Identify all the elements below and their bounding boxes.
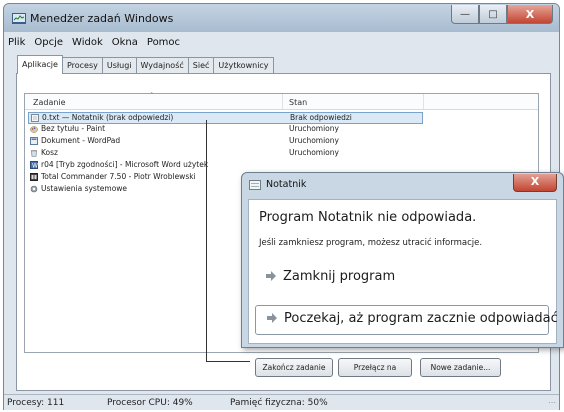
task-name: r04 [Tryb zgodności] - Microsoft Word uż… — [41, 160, 209, 169]
close-button[interactable]: X — [507, 5, 553, 24]
dialog-body: Program Notatnik nie odpowiada. Jeśli za… — [248, 199, 558, 344]
column-header-task[interactable]: Zadanie — [33, 98, 66, 107]
process-count: Procesy: 111 — [7, 398, 65, 408]
status-bar: Procesy: 111 Procesor CPU: 49% Pamięć fi… — [4, 394, 559, 410]
tab-users[interactable]: Użytkownicy — [213, 57, 274, 74]
cpu-usage: Procesor CPU: 49% — [107, 398, 193, 408]
not-responding-dialog: Notatnik X Program Notatnik nie odpowiad… — [241, 172, 564, 348]
menu-options[interactable]: Opcje — [34, 37, 63, 48]
tab-applications[interactable]: Aplikacje — [17, 55, 63, 74]
arrow-right-icon — [267, 313, 277, 323]
close-icon: X — [525, 7, 535, 21]
task-state: Brak odpowiedzi — [290, 113, 352, 122]
sort-indicator-icon: ˆ — [150, 92, 154, 100]
column-divider[interactable] — [282, 94, 283, 109]
task-manager-icon — [12, 13, 26, 24]
notepad-icon — [249, 180, 261, 190]
menu-file[interactable]: Plik — [8, 37, 25, 48]
wait-label: Poczekaj, aż program zacznie odpowiadać — [284, 311, 558, 326]
menu-bar: Plik Opcje Widok Okna Pomoc — [8, 37, 180, 48]
menu-windows[interactable]: Okna — [112, 37, 138, 48]
list-header: Zadanie ˆ Stan — [25, 92, 538, 110]
tab-network[interactable]: Sieć — [187, 57, 215, 74]
list-item[interactable]: Kosz Uruchomiony — [28, 148, 423, 159]
minimize-icon: — — [460, 8, 470, 20]
tab-performance[interactable]: Wydajność — [135, 57, 189, 74]
close-program-command[interactable]: Zamknij program — [255, 264, 547, 292]
menu-view[interactable]: Widok — [72, 37, 103, 48]
new-task-button[interactable]: Nowe zadanie... — [420, 358, 501, 377]
close-icon: X — [530, 175, 540, 188]
list-item[interactable]: 0.txt — Notatnik (brak odpowiedzi) Brak … — [28, 112, 423, 124]
dialog-close-button[interactable]: X — [513, 174, 557, 192]
arrow-right-icon — [266, 271, 276, 281]
task-state: Uruchomiony — [289, 124, 339, 133]
word-icon: W — [30, 161, 38, 169]
dialog-message: Jeśli zamkniesz program, możesz utracić … — [259, 238, 483, 248]
task-name: Total Commander 7.50 - Piotr Wroblewski — [41, 172, 196, 181]
task-name: Bez tytułu - Paint — [41, 124, 106, 133]
callout-line — [206, 361, 250, 362]
wait-command[interactable]: Poczekaj, aż program zacznie odpowiadać — [255, 305, 558, 335]
list-item[interactable]: W r04 [Tryb zgodności] - Microsoft Word … — [28, 160, 423, 171]
paint-icon — [30, 126, 38, 133]
menu-help[interactable]: Pomoc — [147, 37, 180, 48]
list-item[interactable]: Dokument - WordPad Uruchomiony — [28, 136, 423, 147]
maximize-button[interactable]: □ — [479, 5, 507, 24]
task-name: Dokument - WordPad — [41, 136, 121, 145]
task-name: Kosz — [41, 148, 58, 157]
task-state: Uruchomiony — [289, 148, 339, 157]
resize-grip-icon[interactable]: ⋯ — [548, 398, 556, 408]
close-program-label: Zamknij program — [283, 269, 396, 284]
total-commander-icon — [30, 173, 38, 181]
maximize-icon: □ — [488, 8, 498, 20]
tab-processes[interactable]: Procesy — [61, 57, 103, 74]
list-item[interactable]: Bez tytułu - Paint Uruchomiony — [28, 124, 423, 135]
title-bar[interactable]: Menedżer zadań Windows — □ X — [4, 4, 559, 32]
tab-services[interactable]: Usługi — [101, 57, 137, 74]
tab-bar: Aplikacje Procesy Usługi Wydajność Sieć … — [17, 55, 274, 74]
recycle-bin-icon — [31, 150, 37, 157]
task-name: 0.txt — Notatnik (brak odpowiedzi) — [42, 113, 174, 122]
wordpad-icon — [30, 137, 38, 145]
minimize-button[interactable]: — — [451, 5, 479, 24]
switch-to-button[interactable]: Przełącz na — [338, 358, 412, 377]
dialog-title: Notatnik — [266, 179, 307, 190]
notepad-icon — [31, 114, 39, 122]
svg-text:W: W — [32, 163, 38, 170]
window-title: Menedżer zadań Windows — [30, 12, 174, 25]
end-task-button[interactable]: Zakończ zadanie — [255, 358, 333, 377]
column-divider[interactable] — [423, 94, 424, 109]
task-name: Ustawienia systemowe — [41, 184, 128, 193]
callout-line — [206, 120, 207, 362]
task-state: Uruchomiony — [289, 136, 339, 145]
memory-usage: Pamięć fizyczna: 50% — [230, 398, 328, 408]
column-header-state[interactable]: Stan — [289, 98, 307, 107]
dialog-heading: Program Notatnik nie odpowiada. — [259, 210, 477, 225]
settings-icon — [30, 185, 38, 193]
